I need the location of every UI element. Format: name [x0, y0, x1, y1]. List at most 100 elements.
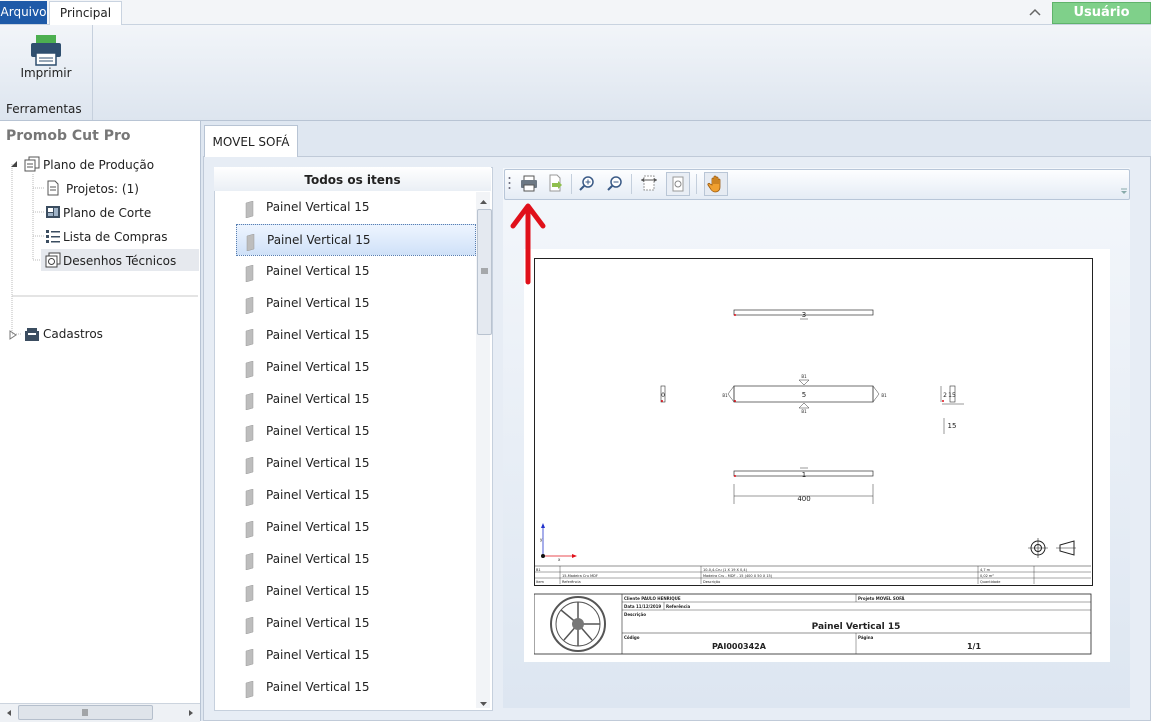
list-item-label: Painel Vertical 15	[266, 456, 370, 470]
dimension-right-b: 15	[948, 392, 956, 399]
list-item[interactable]: Painel Vertical 15	[236, 640, 474, 670]
list-item[interactable]: Painel Vertical 15	[236, 256, 474, 286]
list-item[interactable]: Painel Vertical 15	[236, 288, 474, 318]
info-cell: 15-Madeira Cru MDF	[562, 574, 598, 578]
hand-icon	[707, 175, 721, 193]
registrations-icon	[24, 326, 40, 342]
printer-icon	[31, 35, 61, 66]
tree-item-technical-drawings[interactable]: Desenhos Técnicos	[63, 254, 176, 268]
list-item-label: Painel Vertical 15	[266, 488, 370, 502]
user-button[interactable]: Usuário	[1052, 2, 1151, 24]
fit-width-icon	[641, 175, 657, 191]
left-scroll-thumb[interactable]	[18, 705, 153, 720]
export-button[interactable]	[544, 172, 566, 194]
print-button-label[interactable]: Imprimir	[14, 66, 78, 80]
scroll-up-arrow-icon[interactable]	[479, 195, 488, 204]
dimension-top: 3	[802, 311, 806, 319]
tab-principal[interactable]: Principal	[49, 1, 122, 25]
tree-expand-toggle-icon[interactable]	[8, 329, 18, 340]
item-list-header: Todos os itens	[214, 167, 491, 191]
title-project: Projeto MOVEL SOFÁ	[858, 596, 905, 601]
list-item[interactable]: Painel Vertical 15	[236, 416, 474, 446]
list-item[interactable]: Painel Vertical 15	[236, 320, 474, 350]
list-item[interactable]: Painel Vertical 15	[236, 576, 474, 606]
zoom-in-button[interactable]	[576, 172, 598, 194]
toolbar-grip[interactable]	[508, 176, 511, 190]
ribbon	[0, 25, 1151, 121]
list-item[interactable]: Painel Vertical 15	[236, 224, 476, 256]
printer-icon	[521, 175, 537, 192]
list-item[interactable]: Painel Vertical 15	[236, 544, 474, 574]
scroll-right-arrow-icon[interactable]	[186, 707, 196, 717]
list-item[interactable]: Painel Vertical 15	[236, 352, 474, 382]
edge-mark-right: B1	[881, 393, 887, 398]
dimension-bottom: 1	[802, 471, 806, 479]
axis-x-label: x	[558, 557, 561, 562]
fit-width-button[interactable]	[638, 172, 660, 194]
zoom-out-button[interactable]	[604, 172, 626, 194]
title-page-label: Página	[858, 635, 874, 640]
toolbar-overflow-icon[interactable]	[1120, 185, 1128, 195]
pan-tool-button[interactable]	[704, 172, 728, 196]
tab-document[interactable]: MOVEL SOFÁ	[204, 125, 298, 157]
dimension-length: 400	[797, 495, 810, 503]
scroll-down-arrow-icon[interactable]	[479, 697, 488, 706]
panel-icon	[244, 519, 254, 539]
tree-item-production-plan[interactable]: Plano de Produção	[43, 158, 154, 172]
title-client: Cliente PAULO HENRIQUE	[624, 596, 681, 601]
list-item-label: Painel Vertical 15	[266, 616, 370, 630]
tree-item-projects[interactable]: Projetos: (1)	[66, 182, 139, 196]
zoom-out-icon	[607, 176, 622, 191]
list-item-label: Painel Vertical 15	[266, 424, 370, 438]
panel-icon	[244, 359, 254, 379]
dimension-center: 5	[802, 391, 806, 399]
list-item-label: Painel Vertical 15	[266, 680, 370, 694]
title-reference-label: Referência	[666, 604, 691, 609]
tree-item-purchase-list[interactable]: Lista de Compras	[63, 230, 168, 244]
list-item[interactable]: Painel Vertical 15	[236, 192, 474, 222]
scroll-left-arrow-icon[interactable]	[4, 707, 14, 717]
panel-icon	[244, 391, 254, 411]
panel-icon	[244, 615, 254, 635]
tree-item-cut-plan[interactable]: Plano de Corte	[63, 206, 151, 220]
list-item-label: Painel Vertical 15	[266, 584, 370, 598]
title-page: 1/1	[967, 642, 981, 651]
dimension-right-c: 15	[948, 422, 957, 430]
dimension-right-a: 2	[943, 392, 947, 399]
panel-icon	[244, 583, 254, 603]
panel-icon	[244, 295, 254, 315]
list-item[interactable]: Painel Vertical 15	[236, 384, 474, 414]
panel-icon	[244, 199, 254, 219]
collapse-ribbon-icon[interactable]	[1027, 4, 1043, 20]
item-list-scroll-thumb[interactable]	[477, 209, 492, 335]
list-item-label: Painel Vertical 15	[266, 552, 370, 566]
list-icon	[45, 228, 61, 244]
fit-page-button[interactable]	[666, 172, 690, 196]
edge-mark-top: B1	[801, 374, 807, 379]
list-item[interactable]: Painel Vertical 15	[236, 672, 474, 702]
info-cell: 0,02 m²	[980, 574, 994, 578]
info-header: Quantidade	[980, 580, 1000, 584]
list-item[interactable]: Painel Vertical 15	[236, 608, 474, 638]
info-cell: Madeira Cru - MDF - 15 (400 X 50 X 15)	[703, 574, 773, 578]
toolbar-separator	[631, 174, 632, 194]
panel-icon	[244, 487, 254, 507]
title-code: PAI000342A	[712, 642, 767, 651]
info-cell: B1	[536, 568, 541, 572]
toolbar-separator	[571, 174, 572, 194]
info-cell: 10-0,4-Cru (1 X 19 X 0,4)	[703, 568, 748, 572]
list-item[interactable]: Painel Vertical 15	[236, 512, 474, 542]
title-description-label: Descrição	[624, 612, 646, 617]
list-item[interactable]: Painel Vertical 15	[236, 480, 474, 510]
list-item-label: Painel Vertical 15	[266, 360, 370, 374]
list-item[interactable]: Painel Vertical 15	[236, 448, 474, 478]
viewer-print-button[interactable]	[518, 172, 540, 194]
tree-collapse-toggle-icon[interactable]	[9, 158, 19, 168]
print-button[interactable]	[25, 33, 67, 67]
tree-item-registrations[interactable]: Cadastros	[43, 327, 103, 341]
ribbon-tab-bar	[0, 0, 1151, 25]
panel-icon	[245, 232, 255, 252]
tab-arquivo[interactable]: Arquivo	[0, 1, 47, 24]
info-header: Item	[536, 580, 545, 584]
panel-icon	[244, 679, 254, 699]
